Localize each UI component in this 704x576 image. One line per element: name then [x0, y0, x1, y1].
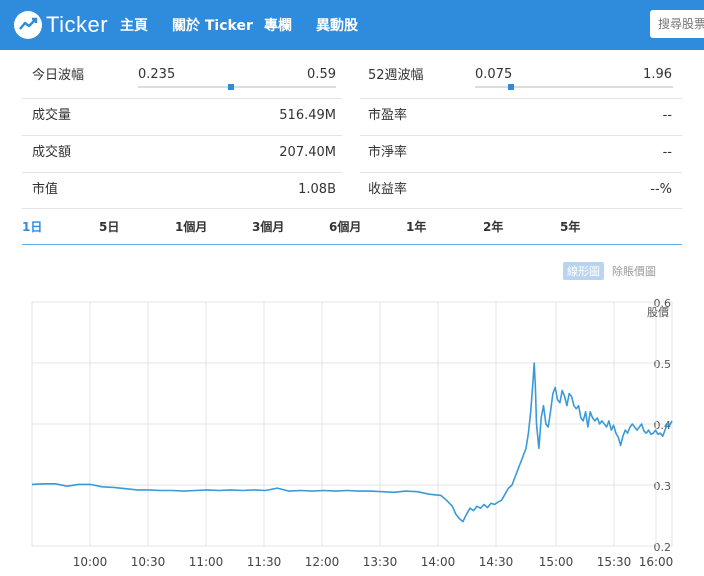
week52-range-marker — [507, 84, 514, 90]
tab-1d[interactable]: 1日 — [22, 218, 42, 235]
tab-2y[interactable]: 2年 — [483, 218, 503, 235]
nav-movers[interactable]: 異動股 — [316, 0, 358, 50]
stat-value: -- — [662, 145, 672, 160]
stat-value: -- — [662, 108, 672, 123]
stat-row-volume: 成交量 516.49M — [22, 98, 342, 134]
day-range-high: 0.59 — [307, 67, 336, 82]
tab-3m[interactable]: 3個月 — [252, 218, 284, 235]
stat-value: 1.08B — [298, 182, 336, 197]
week52-range-row: 52週波幅 — [360, 58, 682, 94]
x-tick-label: 12:00 — [305, 555, 340, 569]
week52-range-track — [475, 86, 673, 88]
search-input[interactable] — [650, 10, 704, 38]
x-tick-label: 15:30 — [597, 555, 632, 569]
y-axis-label: 股價 — [647, 305, 669, 319]
stat-value: 516.49M — [279, 108, 336, 123]
x-tick-label: 11:30 — [247, 555, 282, 569]
brand-name: Ticker — [46, 12, 109, 37]
stat-row-pe: 市盈率 -- — [360, 98, 682, 134]
stat-row-turnover: 成交額 207.40M — [22, 135, 342, 171]
trend-chart-icon — [14, 11, 42, 39]
x-tick-label: 13:30 — [363, 555, 398, 569]
tab-6m[interactable]: 6個月 — [329, 218, 361, 235]
stat-label: 市值 — [32, 182, 59, 197]
x-tick-label: 10:30 — [131, 555, 166, 569]
price-line — [31, 362, 673, 523]
line-chart-toggle[interactable]: 線形圖 — [563, 262, 604, 280]
x-tick-label: 10:00 — [73, 555, 108, 569]
logo[interactable]: Ticker — [14, 10, 108, 40]
stat-value: 207.40M — [279, 145, 336, 160]
stat-label: 成交額 — [32, 145, 72, 160]
week52-range-label: 52週波幅 — [368, 68, 424, 83]
nav-about[interactable]: 關於 Ticker — [172, 0, 253, 50]
stat-row-yield: 收益率 --% — [360, 172, 682, 208]
week52-range-high: 1.96 — [643, 67, 672, 82]
x-tick-label: 14:00 — [421, 555, 456, 569]
day-range-track — [138, 86, 336, 88]
day-range-low: 0.235 — [138, 67, 176, 82]
price-chart: 0.20.30.40.50.610:00 10:30 11:00 11:30 12:00… — [31, 297, 674, 569]
week52-range-low: 0.075 — [475, 67, 513, 82]
tab-5y[interactable]: 5年 — [560, 218, 580, 235]
day-range-label: 今日波幅 — [32, 68, 85, 83]
stat-row-pb: 市淨率 -- — [360, 135, 682, 171]
nav-home[interactable]: 主頁 — [120, 0, 148, 50]
stat-row-market-cap: 市值 1.08B — [22, 172, 342, 208]
top-navbar: Ticker 主頁 關於 Ticker 專欄 異動股 — [0, 0, 704, 50]
stat-label: 市淨率 — [368, 145, 408, 160]
day-range-marker — [228, 84, 235, 90]
x-tick-label: 14:30 — [479, 555, 514, 569]
day-range-row: 今日波幅 — [22, 58, 342, 94]
stat-label: 市盈率 — [368, 108, 408, 123]
nav-columns[interactable]: 專欄 — [264, 0, 292, 50]
x-tick-label: 15:00 — [539, 555, 574, 569]
stat-label: 收益率 — [368, 182, 408, 197]
x-tick-label: 11:00 — [189, 555, 224, 569]
adjusted-chart-toggle[interactable]: 除賬價圖 — [612, 262, 656, 280]
stat-label: 成交量 — [32, 108, 72, 123]
tab-1y[interactable]: 1年 — [406, 218, 426, 235]
tab-1m[interactable]: 1個月 — [175, 218, 207, 235]
chart-type-toggle: 線形圖 除賬價圖 — [563, 262, 656, 280]
period-tabs: 1日 5日 1個月 3個月 6個月 1年 2年 5年 — [22, 210, 682, 245]
stat-value: --% — [650, 182, 672, 197]
x-tick-label: 16:00 — [639, 555, 674, 569]
tab-5d[interactable]: 5日 — [99, 218, 119, 235]
